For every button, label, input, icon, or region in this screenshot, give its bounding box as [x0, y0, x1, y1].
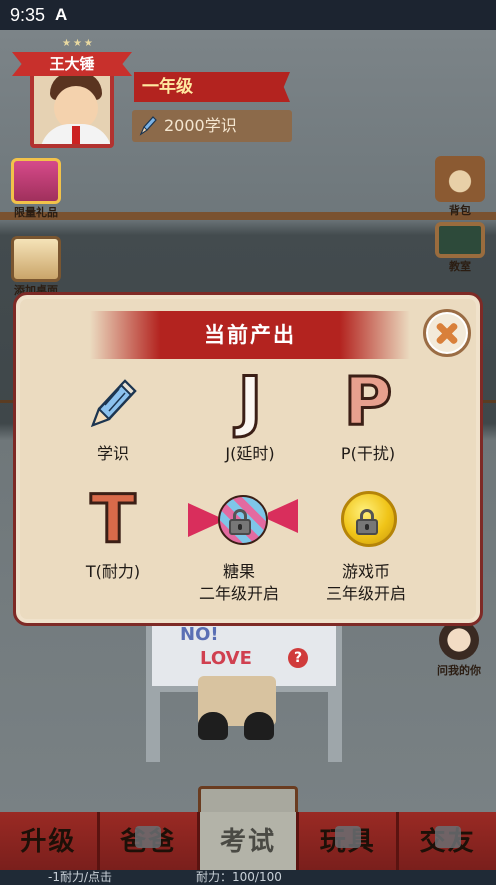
bag-label: 背包 — [449, 204, 471, 217]
output-item-knowledge: 学识 — [43, 367, 183, 465]
output-item-label: 糖果 — [222, 562, 255, 581]
pencil-icon — [78, 367, 148, 437]
limited-gift-button[interactable]: 限量礼品 — [6, 158, 66, 220]
girl-portrait-icon — [439, 620, 479, 660]
tab-friends[interactable]: 交友 — [399, 812, 496, 870]
output-item-label: P(干扰) — [340, 444, 396, 463]
stamina-footer: -1耐力/点击 耐力：100/100 — [0, 870, 496, 885]
shoe-right — [244, 712, 274, 740]
stamina-cost: -1耐力/点击 — [48, 870, 113, 884]
tab-toys[interactable]: 玩具 — [299, 812, 400, 870]
letter-p-icon: P — [342, 363, 393, 440]
bottom-nav: 升级 爸爸 考试 玩具 交友 — [0, 812, 496, 870]
lock-icon — [135, 826, 162, 848]
output-item-unlock: 三年级开启 — [325, 584, 406, 603]
desk-doodle-love: LOVE — [200, 648, 252, 669]
output-item-t: T T(耐力) — [43, 481, 183, 583]
lock-icon — [434, 826, 461, 848]
tab-upgrade[interactable]: 升级 — [0, 812, 100, 870]
dialog-title: 当前产出 — [204, 323, 296, 347]
shoe-left — [198, 712, 228, 740]
output-item-label: 学识 — [96, 444, 129, 463]
classroom-button[interactable]: 教室 — [430, 222, 490, 274]
letter-t-icon: T — [89, 481, 137, 558]
knowledge-value: 2000学识 — [164, 116, 237, 135]
shelf-divider — [0, 212, 496, 220]
output-item-unlock: 二年级开启 — [198, 584, 279, 603]
output-item-label: T(耐力) — [85, 562, 141, 581]
close-button[interactable] — [423, 309, 471, 357]
letter-j-icon: J — [236, 363, 264, 440]
stamina-value: 耐力：100/100 — [196, 870, 282, 884]
player-name: 王大锤 — [12, 52, 132, 76]
desk-doodle-no: NO! — [180, 624, 219, 645]
tab-dad[interactable]: 爸爸 — [99, 812, 200, 870]
coin-icon — [331, 485, 401, 555]
bag-icon — [435, 156, 485, 202]
add-desktop-button[interactable]: 添加桌面 — [6, 236, 66, 298]
lock-icon — [228, 509, 252, 535]
knowledge-counter: 2000学识 — [132, 110, 292, 142]
status-bar: 9:35 A — [0, 0, 496, 30]
player-profile[interactable]: ★★★ 王大锤 — [12, 38, 132, 152]
app-notification-icon: A — [55, 5, 68, 24]
output-item-coin: 游戏币 三年级开启 — [296, 485, 436, 605]
gift-icon — [11, 158, 61, 204]
tab-exam[interactable]: 考试 — [199, 812, 300, 870]
blackboard-icon — [435, 222, 485, 258]
output-item-p: P P(干扰) — [298, 363, 438, 465]
status-time: 9:35 — [10, 4, 46, 25]
question-mark-icon[interactable]: ? — [288, 648, 308, 668]
lock-icon — [334, 826, 361, 848]
pencil-icon — [139, 116, 157, 136]
lock-icon — [355, 509, 379, 535]
output-item-candy: 糖果 二年级开启 — [169, 485, 309, 605]
classroom-label: 教室 — [449, 260, 471, 273]
desk-leg — [328, 692, 342, 762]
limited-gift-label: 限量礼品 — [14, 206, 58, 219]
output-dialog: 当前产出 学识 J J(延时) P P(干扰) T T(耐力) 糖果 二年级开启… — [13, 292, 483, 626]
star-decoration-icon: ★★★ — [62, 38, 95, 49]
ask-me-button[interactable]: 问我的你 — [428, 620, 490, 678]
ask-me-label: 问我的你 — [437, 664, 481, 677]
desk-leg — [146, 692, 160, 762]
chest-icon — [11, 236, 61, 282]
grade-label: 一年级 — [134, 72, 290, 102]
output-item-label: 游戏币 — [341, 562, 390, 581]
bag-button[interactable]: 背包 — [430, 156, 490, 218]
candy-icon — [188, 485, 298, 555]
